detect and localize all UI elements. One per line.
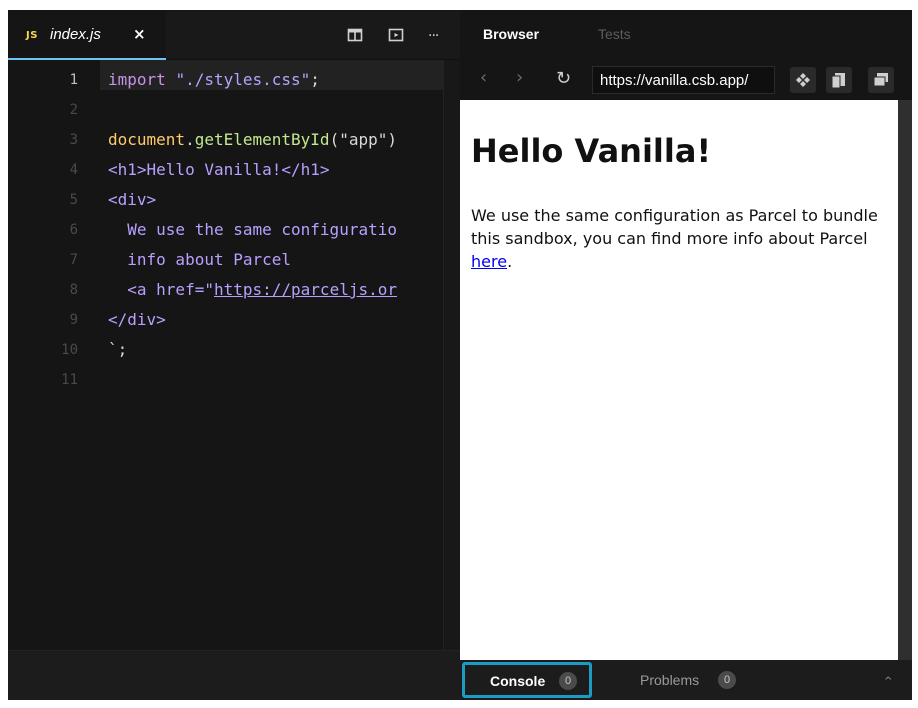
- code-editor: JS index.js × ··· 1 2 3 4 5 6 7 8 9 10 1…: [8, 10, 460, 700]
- close-tab-icon[interactable]: ×: [133, 25, 146, 43]
- line-number: 3: [69, 132, 78, 148]
- paragraph-text: We use the same configuration as Parcel …: [471, 206, 878, 248]
- line-number: 1: [69, 72, 78, 88]
- dot: .: [185, 130, 195, 149]
- console-tab[interactable]: Console 0: [462, 662, 592, 698]
- console-count-badge: 0: [559, 672, 577, 690]
- browser-viewport: Hello Vanilla! We use the same configura…: [460, 100, 898, 660]
- page-heading: Hello Vanilla!: [471, 132, 712, 170]
- method-args: ("app"): [329, 130, 397, 149]
- string-literal: "./styles.css": [175, 70, 311, 89]
- file-tab-index-js[interactable]: JS index.js ×: [8, 10, 166, 60]
- method-name: getElementById: [194, 130, 330, 149]
- back-button[interactable]: ‹: [480, 67, 487, 88]
- line-number: 7: [69, 252, 78, 268]
- code-line-4: <h1>Hello Vanilla!</h1>: [108, 160, 330, 179]
- anchor-open: <a href=": [108, 280, 214, 299]
- code-line-7: info about Parcel: [108, 250, 292, 269]
- code-line-8: <a href="https://parceljs.or: [108, 280, 397, 300]
- line-number: 6: [69, 222, 78, 238]
- js-file-icon: JS: [26, 30, 38, 41]
- open-new-window-icon[interactable]: [868, 67, 894, 93]
- split-view-icon[interactable]: [347, 27, 363, 43]
- identifier-document: document: [108, 130, 186, 149]
- tab-browser[interactable]: Browser: [483, 26, 539, 42]
- keyword-import: import: [108, 70, 166, 89]
- console-label: Console: [490, 673, 546, 689]
- refresh-icon[interactable]: ↻: [556, 68, 571, 89]
- forward-button[interactable]: ›: [516, 67, 523, 88]
- code-line-6: We use the same configuratio: [108, 220, 397, 239]
- more-icon[interactable]: ···: [428, 29, 444, 45]
- here-link[interactable]: here: [471, 252, 507, 271]
- line-number: 11: [61, 372, 78, 388]
- line-number: 10: [61, 342, 78, 358]
- problems-tab[interactable]: Problems: [640, 672, 699, 688]
- line-number: 4: [69, 162, 78, 178]
- code-area[interactable]: import "./styles.css"; document.getEleme…: [108, 60, 460, 650]
- open-in-codesandbox-icon[interactable]: [790, 67, 816, 93]
- copy-icon[interactable]: [826, 67, 852, 93]
- file-tab-label: index.js: [50, 26, 101, 43]
- codesandbox-window: JS index.js × ··· 1 2 3 4 5 6 7 8 9 10 1…: [8, 10, 912, 700]
- line-number: 9: [69, 312, 78, 328]
- browser-scrollbar[interactable]: [898, 100, 912, 660]
- paragraph-period: .: [507, 252, 513, 271]
- page-paragraph: We use the same configuration as Parcel …: [471, 204, 891, 273]
- preview-icon[interactable]: [388, 27, 404, 43]
- collapse-caret-icon[interactable]: ^: [884, 676, 892, 687]
- code-line-1: import "./styles.css";: [108, 70, 320, 90]
- code-url: https://parceljs.or: [213, 280, 397, 299]
- line-number: 8: [69, 282, 78, 298]
- code-line-9: </div>: [108, 310, 166, 329]
- preview-tab-bar: Browser Tests: [460, 10, 912, 60]
- problems-count-badge: 0: [718, 671, 736, 689]
- code-line-5: <div>: [108, 190, 157, 209]
- editor-scrollbar[interactable]: [443, 60, 460, 650]
- preview-pane: Browser Tests ‹ › ↻ https://vanilla.csb.…: [460, 10, 912, 700]
- url-input[interactable]: https://vanilla.csb.app/: [592, 66, 775, 94]
- browser-nav-bar: ‹ › ↻ https://vanilla.csb.app/: [460, 60, 912, 100]
- semicolon: ;: [310, 70, 320, 89]
- editor-tab-bar: JS index.js × ···: [8, 10, 460, 60]
- code-line-10: `;: [108, 340, 128, 359]
- editor-footer: [8, 650, 460, 700]
- line-number-gutter: 1 2 3 4 5 6 7 8 9 10 11: [8, 60, 100, 650]
- line-number: 5: [69, 192, 78, 208]
- url-text: https://vanilla.csb.app/: [600, 72, 749, 89]
- tab-tests[interactable]: Tests: [598, 26, 631, 42]
- code-line-3: document.getElementById("app"): [108, 130, 397, 150]
- devtools-bar: Console 0 Problems 0 ^: [460, 660, 912, 700]
- line-number: 2: [69, 102, 78, 118]
